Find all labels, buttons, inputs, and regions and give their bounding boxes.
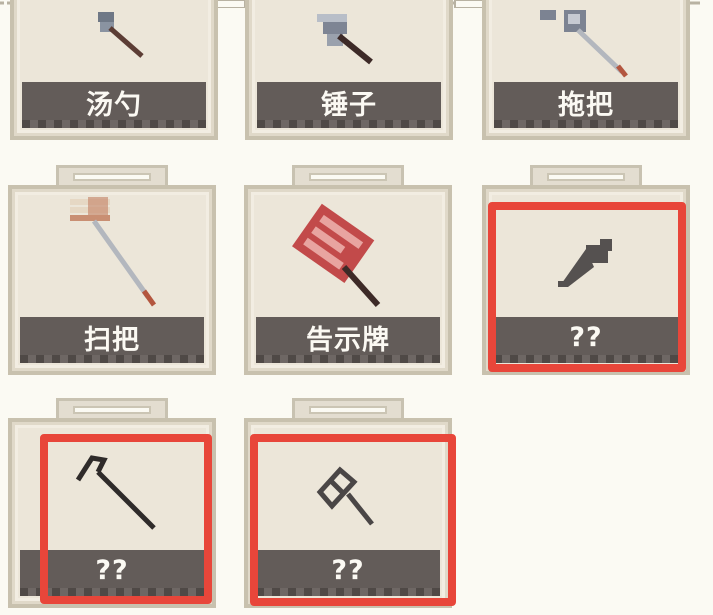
item-card-mop[interactable]: 拖把 (482, 0, 690, 140)
item-card-hammer[interactable]: 锤子 (245, 0, 453, 140)
item-label: 锤子 (257, 82, 441, 128)
highlight-box (40, 434, 212, 604)
item-label: 扫把 (20, 317, 204, 363)
item-label: 汤勺 (22, 82, 206, 128)
item-card-broom[interactable]: 扫把 (8, 165, 216, 375)
highlight-box (488, 202, 686, 372)
signboard-icon (292, 203, 381, 308)
item-label: 拖把 (494, 82, 678, 128)
highlight-box (250, 434, 456, 606)
broom-icon (70, 197, 157, 307)
item-card-signboard[interactable]: 告示牌 (244, 165, 452, 375)
item-card-ladle[interactable]: 汤勺 (10, 0, 218, 140)
item-label: 告示牌 (256, 317, 440, 363)
